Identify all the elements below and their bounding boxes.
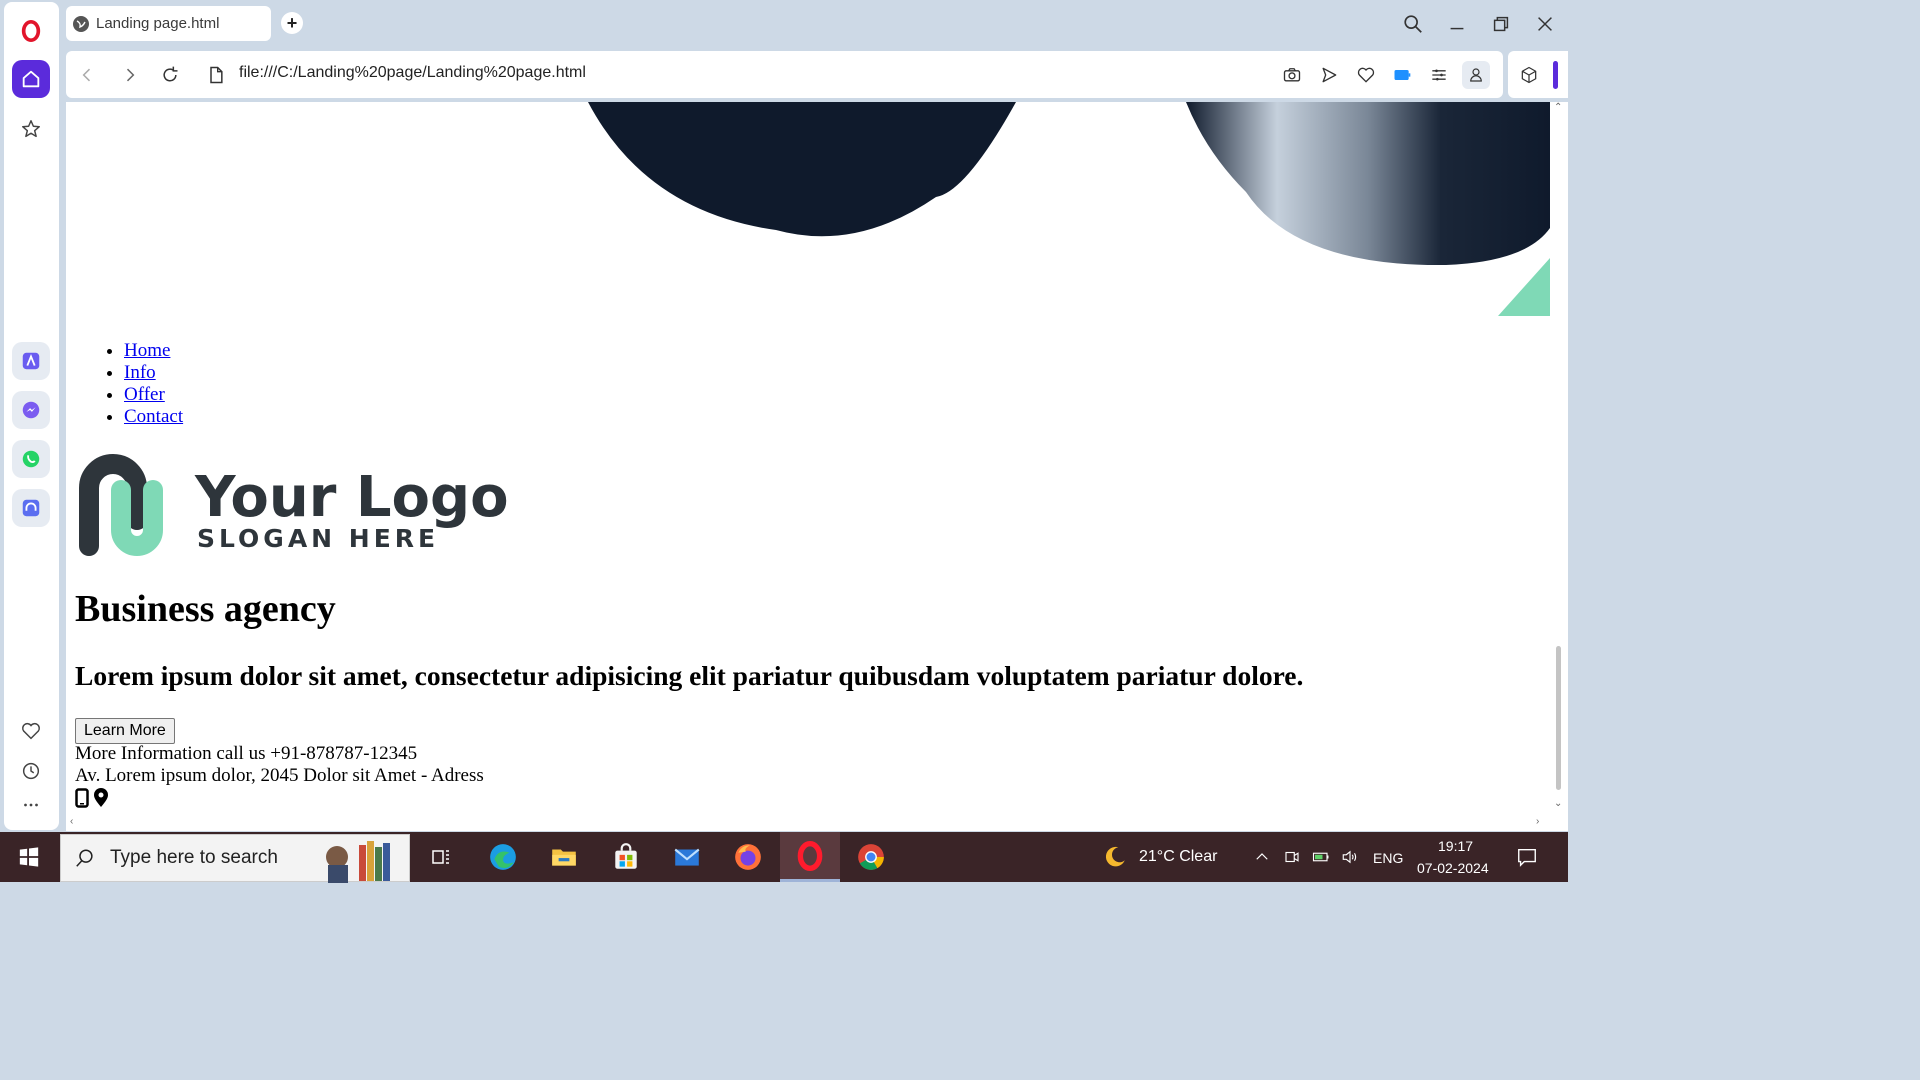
home-icon[interactable] <box>12 60 50 98</box>
heart-icon[interactable] <box>12 712 50 750</box>
file-icon <box>204 63 228 87</box>
mail-icon[interactable] <box>657 832 717 882</box>
map-pin-icon <box>94 788 108 807</box>
nav-link-home[interactable]: Home <box>124 340 170 361</box>
star-icon[interactable] <box>12 110 50 148</box>
forward-icon[interactable] <box>118 63 142 87</box>
file-explorer-icon[interactable] <box>534 832 594 882</box>
heart-icon[interactable] <box>1354 63 1378 87</box>
back-icon[interactable] <box>75 63 99 87</box>
aria-icon[interactable] <box>12 342 50 380</box>
clock-time[interactable]: 19:17 <box>1438 838 1473 854</box>
clock-icon[interactable] <box>12 752 50 790</box>
new-tab-button[interactable]: + <box>281 12 303 34</box>
scroll-thumb[interactable] <box>1556 646 1561 790</box>
nav-item: Offer <box>124 384 183 406</box>
address-info: Av. Lorem ipsum dolor, 2045 Dolor sit Am… <box>75 765 484 786</box>
phone-icon <box>75 788 89 808</box>
clock-date[interactable]: 07-02-2024 <box>1417 860 1489 876</box>
scroll-right-icon[interactable]: › <box>1536 816 1539 827</box>
search-placeholder: Type here to search <box>110 847 278 868</box>
battery-icon[interactable] <box>1311 848 1331 866</box>
tab-title: Landing page.html <box>96 15 220 32</box>
battery-saver-icon[interactable] <box>1390 63 1414 87</box>
search-icon <box>76 849 93 867</box>
cube-icon[interactable] <box>1517 63 1541 87</box>
company-logo: Your Logo SLOGAN HERE <box>79 454 509 556</box>
nav-item: Home <box>124 340 183 362</box>
chrome-icon[interactable] <box>841 832 901 882</box>
messenger-icon[interactable] <box>12 391 50 429</box>
profile-icon[interactable] <box>1462 61 1490 89</box>
reload-icon[interactable] <box>158 63 182 87</box>
globe-icon <box>72 15 90 33</box>
search-tabs-icon[interactable] <box>1401 12 1425 36</box>
page-title: Business agency <box>75 588 336 630</box>
page-content: Home Info Offer Contact Your Logo SLOGAN… <box>66 102 1550 816</box>
language-indicator[interactable]: ENG <box>1373 850 1403 866</box>
scroll-down-icon[interactable]: ⌄ <box>1554 798 1562 809</box>
scroll-up-icon[interactable]: ⌃ <box>1554 102 1562 113</box>
weather-text[interactable]: 21°C Clear <box>1139 848 1217 866</box>
address-bar: file:///C:/Landing%20page/Landing%20page… <box>66 51 1503 98</box>
edge-icon[interactable] <box>473 832 533 882</box>
whatsapp-icon[interactable] <box>12 440 50 478</box>
windows-start-icon[interactable] <box>0 832 58 882</box>
search-highlight-icon <box>326 841 390 883</box>
meet-now-icon[interactable] <box>1283 848 1301 866</box>
hero-image <box>588 102 1550 316</box>
moon-weather-icon[interactable] <box>1102 844 1128 870</box>
nav-link-info[interactable]: Info <box>124 362 156 383</box>
opera-icon[interactable] <box>12 12 50 50</box>
scroll-left-icon[interactable]: ‹ <box>70 816 73 827</box>
volume-icon[interactable] <box>1340 848 1360 866</box>
ellipsis-icon[interactable] <box>12 786 50 824</box>
task-view-icon[interactable] <box>411 832 471 882</box>
tab-landing-page[interactable]: Landing page.html <box>66 6 271 41</box>
logo-main-text: Your Logo <box>194 465 509 530</box>
store-icon[interactable] <box>596 832 656 882</box>
logo-slogan-text: SLOGAN HERE <box>197 524 439 553</box>
taskbar-search-box[interactable]: Type here to search <box>60 834 410 883</box>
nav-item: Contact <box>124 406 183 428</box>
close-icon[interactable] <box>1533 12 1557 36</box>
horizontal-scrollbar[interactable]: ‹ › <box>66 816 1550 831</box>
minimize-icon[interactable] <box>1445 12 1469 36</box>
restore-icon[interactable] <box>1489 12 1513 36</box>
page-subtitle: Lorem ipsum dolor sit amet, consectetur … <box>75 660 1304 691</box>
notification-icon[interactable] <box>1516 846 1538 868</box>
easy-setup-icon[interactable] <box>1427 63 1451 87</box>
camera-icon[interactable] <box>1280 63 1304 87</box>
opera-icon[interactable] <box>780 832 840 882</box>
contact-icons <box>75 788 109 808</box>
page-viewport: Home Info Offer Contact Your Logo SLOGAN… <box>66 102 1568 831</box>
firefox-icon[interactable] <box>718 832 778 882</box>
main-nav: Home Info Offer Contact <box>124 340 183 428</box>
headphones-icon[interactable] <box>12 489 50 527</box>
url-field[interactable]: file:///C:/Landing%20page/Landing%20page… <box>239 64 586 82</box>
vertical-scrollbar[interactable]: ⌃ ⌄ <box>1550 102 1568 816</box>
nav-item: Info <box>124 362 183 384</box>
phone-info: More Information call us +91-878787-1234… <box>75 743 418 764</box>
nav-link-contact[interactable]: Contact <box>124 406 183 427</box>
sidebar-toggle[interactable] <box>1553 61 1558 89</box>
chevron-up-icon[interactable] <box>1253 848 1271 866</box>
nav-link-offer[interactable]: Offer <box>124 384 165 405</box>
learn-more-button[interactable]: Learn More <box>75 718 175 744</box>
opera-sidebar <box>0 0 62 832</box>
extensions-panel <box>1508 51 1568 98</box>
send-icon[interactable] <box>1317 63 1341 87</box>
windows-taskbar: Type here to search 21°C Clear ENG 19:17… <box>0 832 1568 883</box>
